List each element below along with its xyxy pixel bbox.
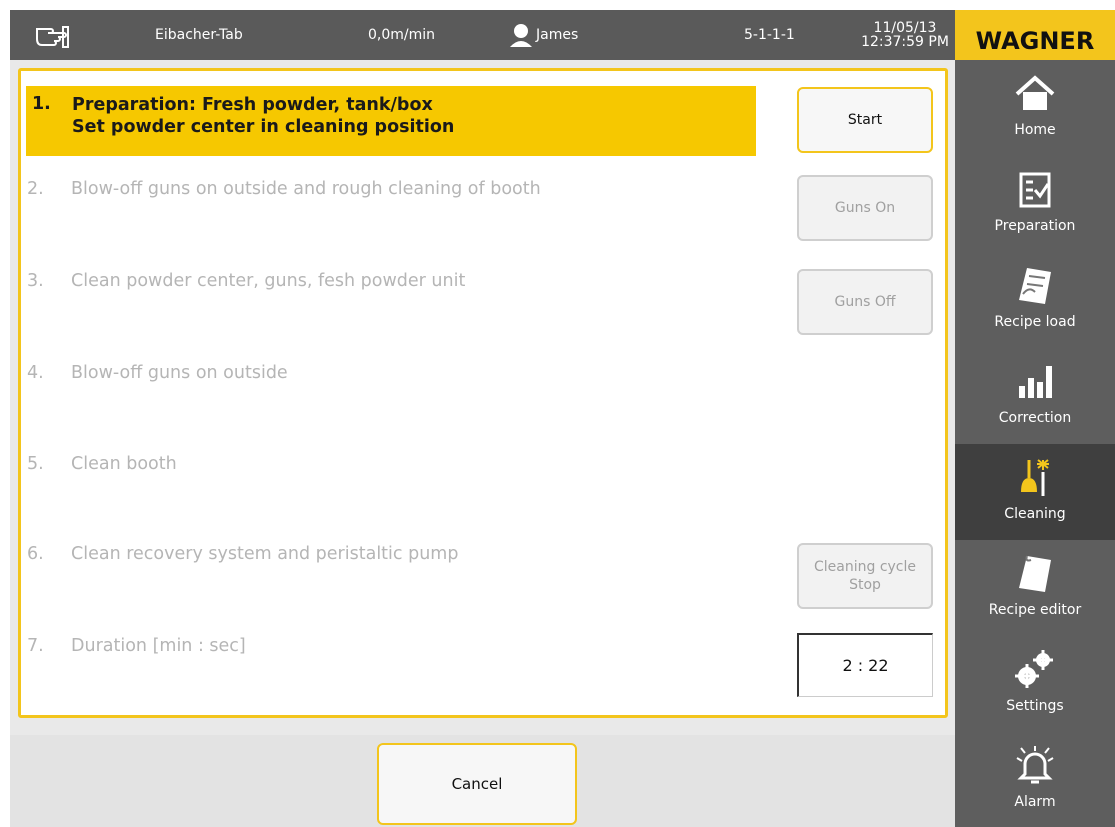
recipe-load-icon [1013,264,1057,308]
sidebar-item-correction[interactable]: Correction [955,348,1115,444]
time: 12:37:59 PM [861,34,949,50]
notepad-icon [1013,552,1057,596]
sidebar-item-label: Home [1014,122,1056,138]
sidebar-item-label: Cleaning [1004,506,1066,522]
step-number: 3. [27,271,44,291]
sidebar-item-label: Preparation [994,218,1076,234]
checklist-icon [1013,168,1057,212]
sidebar-item-preparation[interactable]: Preparation [955,156,1115,252]
sidebar-item-settings[interactable]: Settings [955,636,1115,732]
datetime: 11/05/13 12:37:59 PM [861,10,949,60]
step-text: Clean booth [71,454,177,474]
cleaning-cycle-stop-button[interactable]: Cleaning cycle Stop [797,543,933,609]
gears-icon [1013,648,1057,692]
step-number: 7. [27,636,44,656]
step-number: 2. [27,179,44,199]
step-number: 1. [32,94,51,114]
step-text: Preparation: Fresh powder, tank/box Set … [72,94,454,138]
sidebar-item-label: Recipe editor [988,602,1082,618]
sidebar-item-alarm[interactable]: Alarm [955,732,1115,827]
step-number: 5. [27,454,44,474]
step-text: Clean recovery system and peristaltic pu… [71,544,459,564]
logo-text: WAGNER [975,27,1095,55]
line-speed: 0,0m/min [368,27,436,43]
step-number: 4. [27,363,44,383]
step-text: Blow-off guns on outside [71,363,288,383]
step-text-line1: Preparation: Fresh powder, tank/box [72,95,433,115]
step-1: 1. Preparation: Fresh powder, tank/box S… [26,86,756,156]
cleaning-steps-panel: 1. Preparation: Fresh powder, tank/box S… [18,68,948,718]
main-panel: 1. Preparation: Fresh powder, tank/box S… [10,60,955,735]
station-name: Eibacher-Tab [155,27,243,43]
cleaning-cycle-stop-label: Stop [849,577,881,593]
hand-icon[interactable] [32,10,72,60]
guns-off-button[interactable]: Guns Off [797,269,933,335]
cancel-button[interactable]: Cancel [377,743,577,825]
guns-on-button[interactable]: Guns On [797,175,933,241]
bottom-action-bar: Cancel [10,735,955,827]
step-text: Duration [min : sec] [71,636,246,656]
bar-chart-icon [1013,360,1057,404]
sidebar-nav: Home Preparation Recipe load Correction … [955,60,1115,827]
bell-icon [1013,744,1057,788]
user-name: James [536,27,579,43]
broom-icon [1013,456,1057,500]
sidebar-item-cleaning[interactable]: Cleaning [955,444,1115,540]
user-info[interactable]: James [510,10,578,60]
date: 11/05/13 [873,20,937,36]
top-status-bar: Eibacher-Tab 0,0m/min James 5-1-1-1 11/0… [10,10,955,60]
step-text: Clean powder center, guns, fesh powder u… [71,271,466,291]
step-number: 6. [27,544,44,564]
sidebar-item-label: Alarm [1014,794,1056,810]
user-icon [510,23,532,47]
home-icon [1013,72,1057,116]
sidebar-item-recipe-load[interactable]: Recipe load [955,252,1115,348]
step-text-line2: Set powder center in cleaning position [72,117,455,137]
duration-display: 2 : 22 [797,633,933,697]
sidebar-item-recipe-editor[interactable]: Recipe editor [955,540,1115,636]
start-button[interactable]: Start [797,87,933,153]
sidebar-item-label: Correction [998,410,1072,426]
sidebar-item-label: Settings [1006,698,1064,714]
status-code: 5-1-1-1 [744,27,795,43]
wagner-logo: WAGNER [955,10,1115,60]
sidebar-item-label: Recipe load [994,314,1076,330]
sidebar-item-home[interactable]: Home [955,60,1115,156]
cleaning-cycle-label: Cleaning cycle [813,559,916,575]
step-text: Blow-off guns on outside and rough clean… [71,179,541,199]
